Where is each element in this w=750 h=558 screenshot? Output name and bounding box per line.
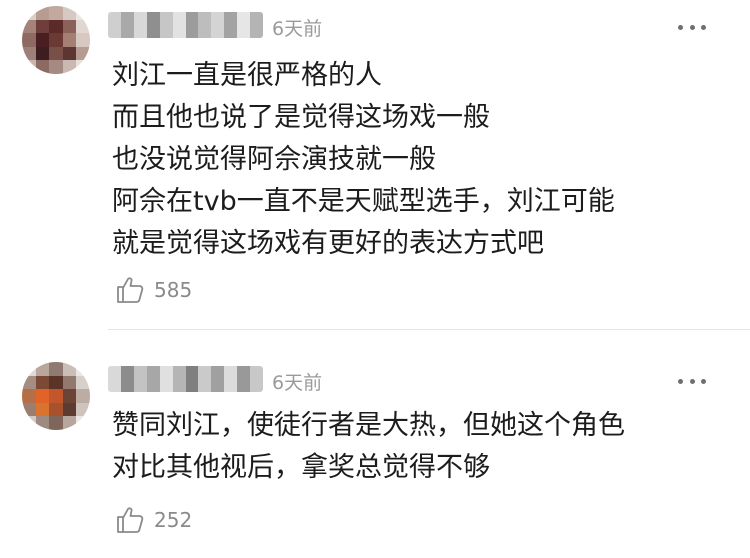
thumbs-up-icon	[117, 507, 144, 533]
like-button[interactable]: 585	[115, 275, 192, 305]
thumbs-up-icon	[117, 277, 144, 303]
comment-line: 而且他也说了是觉得这场戏一般	[112, 102, 490, 133]
comment-time: 6天前	[272, 372, 323, 394]
comment-item: 6天前 刘江一直是很严格的人 而且他也说了是觉得这场戏一般 也没说觉得阿佘演技就…	[0, 0, 750, 330]
comment-line: 阿佘在tvb一直不是天赋型选手，刘江可能	[112, 186, 615, 217]
comment-text: 赞同刘江，使徒行者是大热，但她这个角色 对比其他视后，拿奖总觉得不够	[112, 405, 625, 489]
comment-line: 刘江一直是很严格的人	[112, 60, 382, 91]
comment-text: 刘江一直是很严格的人 而且他也说了是觉得这场戏一般 也没说觉得阿佘演技就一般 阿…	[112, 55, 615, 265]
like-count: 252	[154, 508, 193, 532]
like-button[interactable]: 252	[115, 505, 192, 535]
more-dots-icon[interactable]	[678, 378, 706, 384]
username-blurred[interactable]	[108, 366, 263, 392]
like-count: 585	[154, 278, 193, 302]
comment-line: 对比其他视后，拿奖总觉得不够	[112, 452, 490, 483]
avatar[interactable]	[22, 362, 90, 430]
comment-time: 6天前	[272, 18, 323, 40]
comment-line: 赞同刘江，使徒行者是大热，但她这个角色	[112, 410, 625, 441]
username-blurred[interactable]	[108, 12, 263, 38]
more-dots-icon[interactable]	[678, 24, 706, 30]
comment-line: 就是觉得这场戏有更好的表达方式吧	[112, 228, 544, 259]
avatar[interactable]	[22, 6, 90, 74]
comment-item: 6天前 赞同刘江，使徒行者是大热，但她这个角色 对比其他视后，拿奖总觉得不够 2…	[0, 330, 750, 558]
comment-line: 也没说觉得阿佘演技就一般	[112, 144, 436, 175]
